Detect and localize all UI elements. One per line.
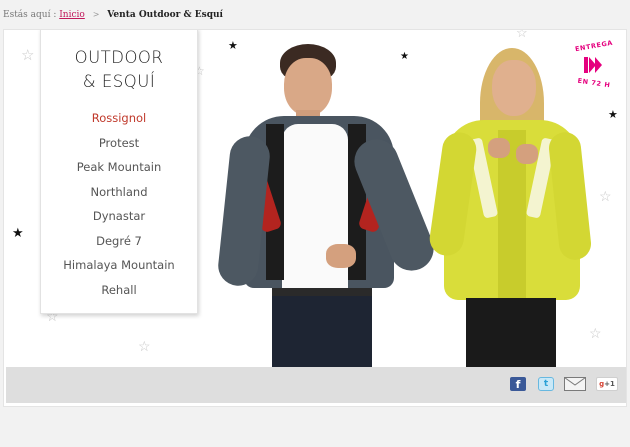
brand-link-protest[interactable]: Protest	[41, 131, 197, 156]
model-man-image	[216, 44, 441, 370]
breadcrumb-current: Venta Outdoor & Esquí	[107, 10, 223, 20]
breadcrumb-home-link[interactable]: Inicio	[59, 10, 85, 20]
breadcrumb: Estás aquí : Inicio > Venta Outdoor & Es…	[3, 10, 223, 20]
star-outline-icon: ☆	[589, 326, 602, 342]
star-outline-icon: ☆	[21, 46, 35, 64]
star-outline-icon: ☆	[516, 29, 528, 41]
star-outline-icon: ☆	[138, 339, 151, 355]
star-icon: ★	[12, 226, 24, 241]
double-arrow-icon	[584, 57, 602, 73]
brand-list: Rossignol Protest Peak Mountain Northlan…	[41, 106, 197, 302]
star-icon: ★	[608, 108, 618, 121]
brand-link-peak-mountain[interactable]: Peak Mountain	[41, 155, 197, 180]
social-share-bar: f t g+1	[6, 367, 626, 403]
brand-link-himalaya-mountain[interactable]: Himalaya Mountain	[41, 253, 197, 278]
facebook-icon[interactable]: f	[510, 377, 526, 391]
badge-top-text: ENTREGA	[574, 38, 614, 54]
brand-link-rehall[interactable]: Rehall	[41, 278, 197, 303]
delivery-72h-badge: ENTREGA EN 72 H	[569, 38, 619, 90]
brand-menu: OUTDOOR & ESQUÍ Rossignol Protest Peak M…	[40, 30, 198, 314]
menu-title-line1: OUTDOOR	[74, 48, 164, 67]
breadcrumb-prefix: Estás aquí :	[3, 10, 57, 20]
brand-link-degre-7[interactable]: Degré 7	[41, 229, 197, 254]
brand-link-northland[interactable]: Northland	[41, 180, 197, 205]
twitter-icon[interactable]: t	[538, 377, 554, 391]
brand-link-dynastar[interactable]: Dynastar	[41, 204, 197, 229]
breadcrumb-separator: >	[92, 10, 100, 19]
model-woman-image	[427, 48, 593, 370]
brand-link-rossignol[interactable]: Rossignol	[41, 106, 197, 131]
menu-title-line2: & ESQUÍ	[82, 72, 156, 91]
hero-banner: ☆ ☆ ★ ★ ☆ ★ ☆ ★ ☆ ☆ ☆ ENTREGA EN 72 H OU…	[3, 29, 627, 407]
mail-icon[interactable]	[564, 377, 586, 391]
google-plus-icon[interactable]: g+1	[596, 377, 618, 391]
star-outline-icon: ☆	[599, 189, 612, 205]
